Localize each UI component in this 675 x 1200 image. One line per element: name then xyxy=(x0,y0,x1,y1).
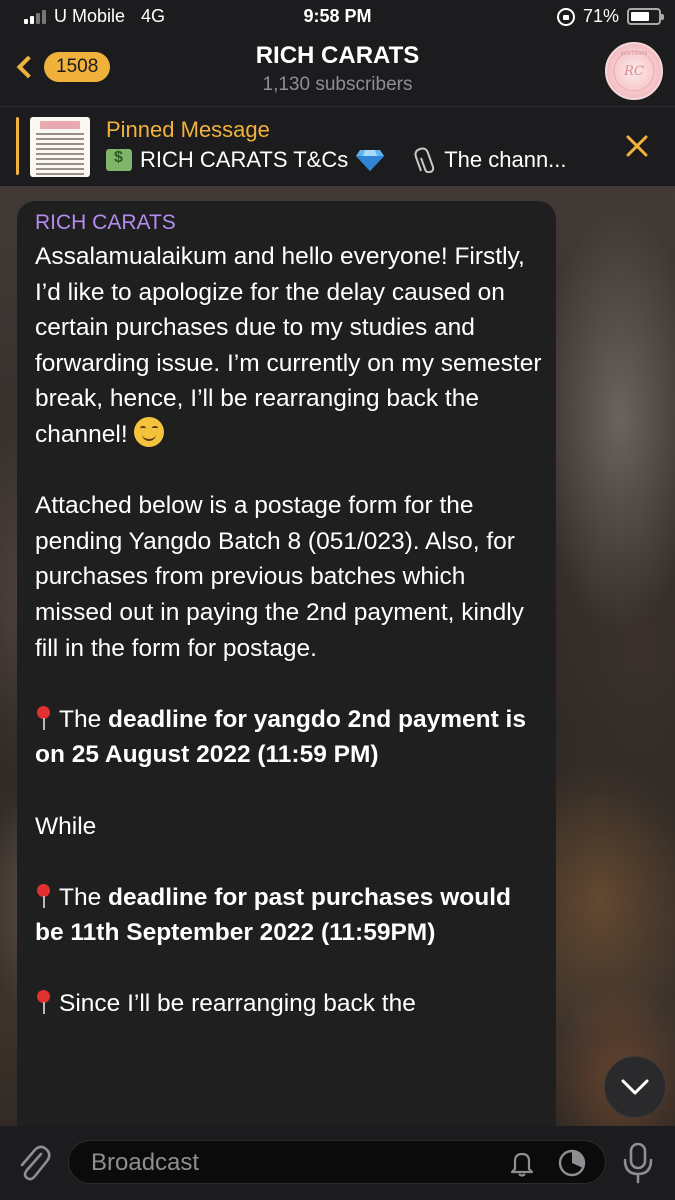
money-emoji-icon xyxy=(106,149,132,171)
message-bubble[interactable]: RICH CARATS Assalamualaikum and hello ev… xyxy=(17,201,556,1141)
deadline-text: deadline for yangdo 2nd payment is on 25… xyxy=(35,705,526,769)
message-text: The xyxy=(59,883,109,911)
pushpin-emoji-icon xyxy=(35,705,51,730)
chevron-down-icon xyxy=(621,1079,649,1095)
subscriber-count: 1,130 subscribers xyxy=(262,74,413,95)
pushpin-emoji-icon xyxy=(35,990,51,1015)
battery-icon xyxy=(627,8,664,25)
message-paragraph: Assalamualaikum and hello everyone! Firs… xyxy=(35,239,545,453)
channel-avatar[interactable]: RC RICH CARATS xyxy=(605,42,663,100)
message-text: Assalamualaikum and hello everyone! Firs… xyxy=(35,243,542,448)
pushpin-emoji-icon xyxy=(35,883,51,908)
mic-icon[interactable] xyxy=(620,1140,656,1186)
broadcast-input[interactable]: Broadcast xyxy=(68,1140,606,1184)
bell-icon[interactable] xyxy=(507,1148,537,1178)
pinned-preview-title: RICH CARATS T&Cs xyxy=(140,147,349,172)
timer-icon[interactable] xyxy=(557,1148,587,1178)
battery-percent: 71% xyxy=(582,6,619,26)
message-text: Since I’ll be rearranging back the xyxy=(59,990,416,1018)
rotation-lock-icon xyxy=(556,7,575,26)
pinned-preview: RICH CARATS T&Cs The chann... xyxy=(106,147,614,173)
message-text: The xyxy=(59,705,109,733)
broadcast-placeholder: Broadcast xyxy=(91,1149,200,1176)
channel-title[interactable]: RICH CARATS xyxy=(0,42,675,70)
message-paragraph: Since I’ll be rearranging back the xyxy=(35,986,545,1022)
close-icon[interactable] xyxy=(622,131,652,161)
status-right: 71% xyxy=(556,6,664,27)
svg-text:RC: RC xyxy=(623,64,644,79)
battery-fill xyxy=(631,12,650,21)
message-paragraph: The deadline for past purchases would be… xyxy=(35,880,545,951)
message-paragraph: The deadline for yangdo 2nd payment is o… xyxy=(35,702,545,773)
scroll-down-button[interactable] xyxy=(604,1056,666,1118)
avatar-logo: RC RICH CARATS xyxy=(613,50,655,92)
svg-text:RICH CARATS: RICH CARATS xyxy=(621,51,648,56)
message-body: Assalamualaikum and hello everyone! Firs… xyxy=(35,239,545,1022)
pinned-indicator xyxy=(16,117,19,175)
pinned-thumbnail xyxy=(30,117,90,177)
pinned-label: Pinned Message xyxy=(106,117,270,142)
input-bar: Broadcast xyxy=(0,1126,675,1200)
attach-icon[interactable] xyxy=(14,1142,54,1182)
pinned-preview-text: The chann... xyxy=(444,147,567,172)
message-paragraph: While xyxy=(35,812,97,840)
gem-emoji-icon xyxy=(356,150,385,171)
message-paragraph: Attached below is a postage form for the… xyxy=(35,492,524,662)
smile-emoji-icon xyxy=(133,416,164,447)
pinned-message-bar[interactable]: Pinned Message RICH CARATS T&Cs The chan… xyxy=(0,106,675,186)
chat-header: 1508 RICH CARATS 1,130 subscribers RC RI… xyxy=(0,34,675,106)
paperclip-emoji-icon xyxy=(414,147,435,173)
status-bar: U Mobile 4G 9:58 PM 71% xyxy=(0,0,675,34)
message-sender: RICH CARATS xyxy=(35,211,176,234)
